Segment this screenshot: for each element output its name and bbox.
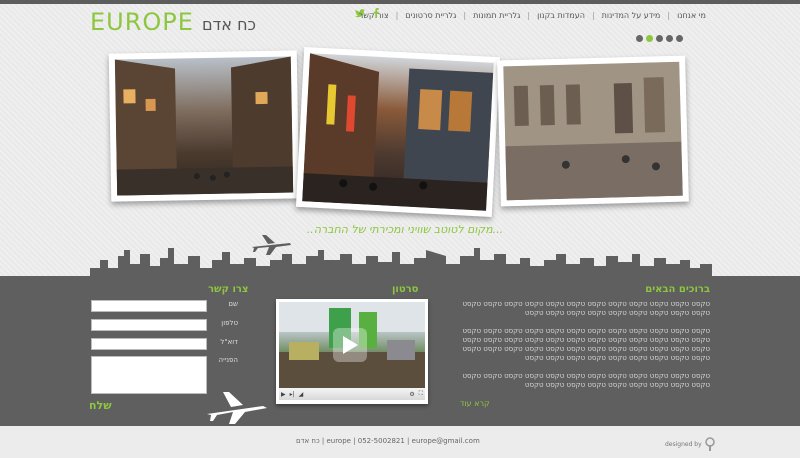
- nav-item-video-gallery[interactable]: גלריית סרטונים: [398, 11, 463, 20]
- slider-dot[interactable]: [676, 35, 683, 42]
- next-control-icon[interactable]: ▸|: [290, 391, 295, 398]
- nav-item-positions[interactable]: העמדות בקנון: [530, 11, 592, 20]
- nav-separator: |: [395, 10, 399, 20]
- nav-separator: |: [527, 10, 531, 20]
- news-title: ברוכים הבאים: [645, 284, 710, 295]
- name-label: שם: [228, 300, 238, 308]
- video-screen: [279, 302, 425, 388]
- play-control-icon[interactable]: ▶: [281, 391, 286, 398]
- news-paragraph: טקסט טקסט טקסט טקסט טקסט טקסט טקסט טקסט …: [462, 372, 710, 389]
- designer-credit[interactable]: designed by: [665, 437, 715, 451]
- slider-dot[interactable]: [656, 35, 663, 42]
- logo-sub-text: כח אדם: [201, 15, 256, 34]
- news-paragraph: טקסט טקסט טקסט טקסט טקסט טקסט טקסט טקסט …: [462, 327, 710, 362]
- name-field[interactable]: [91, 300, 207, 312]
- nav-item-about[interactable]: מי אנחנו: [670, 11, 713, 20]
- designed-by-label: designed by: [665, 440, 702, 448]
- logo-main-text: EUROPE: [90, 8, 194, 36]
- contact-title: צרו קשר: [208, 284, 249, 295]
- designer-logo-icon: [704, 437, 715, 451]
- settings-icon[interactable]: ⚙: [409, 391, 414, 398]
- gallery-photo-shops[interactable]: [295, 46, 501, 218]
- square-photo-image: [503, 61, 683, 201]
- logo[interactable]: EUROPE כח אדם: [90, 8, 256, 36]
- email-field[interactable]: [91, 338, 207, 350]
- slider-dot[interactable]: [666, 35, 673, 42]
- volume-icon[interactable]: ◢: [299, 391, 304, 398]
- nav-item-photo-gallery[interactable]: גלריית תמונות: [466, 11, 527, 20]
- slider-dot-active[interactable]: [646, 35, 653, 42]
- phone-field[interactable]: [91, 319, 207, 331]
- send-button[interactable]: שלח: [89, 399, 112, 412]
- message-label: הפנייה: [218, 356, 238, 364]
- city-skyline: [90, 248, 712, 278]
- airplane-large-icon: [207, 392, 267, 424]
- copyright-text: כח אדם | europe | 052-5002821 | europe@g…: [296, 437, 480, 445]
- video-title: סרטון: [392, 284, 419, 295]
- slider-dots: [636, 35, 683, 42]
- phone-label: טלפון: [221, 319, 238, 327]
- shops-photo-image: [302, 53, 494, 211]
- nav-item-contact[interactable]: צור קשר: [352, 11, 396, 20]
- news-paragraph: טקסט טקסט טקסט טקסט טקסט טקסט טקסט טקסט …: [462, 300, 710, 317]
- read-more-link[interactable]: קרא עוד: [460, 399, 490, 408]
- nav-separator: |: [463, 10, 467, 20]
- message-field[interactable]: [91, 356, 207, 394]
- nav-separator: |: [591, 10, 595, 20]
- news-body: טקסט טקסט טקסט טקסט טקסט טקסט טקסט טקסט …: [460, 300, 710, 399]
- play-icon[interactable]: [333, 328, 367, 362]
- video-controls: ▶ ▸| ◢ ⚙ ⛶: [279, 388, 425, 400]
- nav-item-countries[interactable]: מידע על המדינות: [595, 11, 668, 20]
- nav-separator: |: [667, 10, 671, 20]
- main-nav: מי אנחנו | מידע על המדינות | העמדות בקנו…: [359, 8, 713, 22]
- gallery-photo-street[interactable]: [108, 50, 300, 202]
- email-label: דוא"ל: [220, 338, 238, 346]
- video-player[interactable]: ▶ ▸| ◢ ⚙ ⛶: [276, 299, 428, 404]
- fullscreen-icon[interactable]: ⛶: [419, 390, 423, 398]
- slider-dot[interactable]: [636, 35, 643, 42]
- gallery-photo-square[interactable]: [497, 55, 689, 207]
- street-photo-image: [114, 56, 294, 196]
